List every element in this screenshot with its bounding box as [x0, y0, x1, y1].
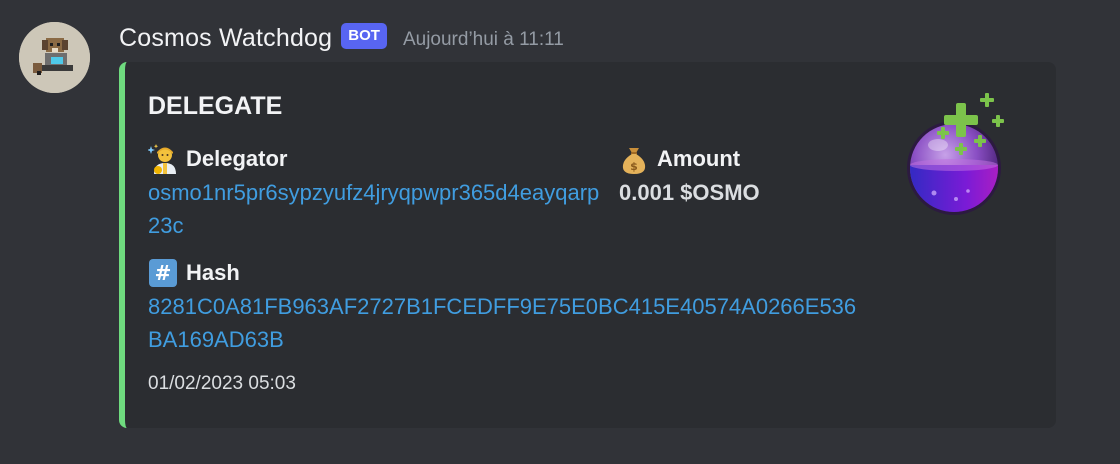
field-delegator: Delegator osmo1nr5pr6sypzyufz4jryqpwpr36…	[147, 144, 603, 242]
potion-plus-icon[interactable]	[898, 93, 1010, 219]
person-sparkles-emoji-icon	[147, 144, 178, 174]
embed-title: DELEGATE	[148, 92, 283, 120]
message-header: Cosmos Watchdog BOT Aujourd’hui à 11:11	[119, 22, 564, 54]
delegator-address-link[interactable]: osmo1nr5pr6sypzyufz4jryqpwpr365d4eayqarp…	[148, 176, 603, 242]
message-timestamp[interactable]: Aujourd’hui à 11:11	[403, 29, 564, 51]
field-amount-label: Amount	[657, 146, 741, 171]
field-hash-label: Hash	[186, 260, 240, 285]
field-hash-name: # Hash	[148, 258, 858, 288]
bot-badge: BOT	[341, 23, 387, 49]
field-delegator-name: Delegator	[147, 144, 603, 174]
amount-value: 0.001 $OSMO	[619, 180, 760, 205]
transaction-hash-link[interactable]: 8281C0A81FB963AF2727B1FCEDFF9E75E0BC415E…	[148, 290, 858, 356]
field-amount: $ Amount 0.001 $OSMO	[619, 144, 849, 209]
field-hash: # Hash 8281C0A81FB963AF2727B1FCEDFF9E75E…	[148, 258, 858, 356]
money-bag-emoji-icon: $	[619, 144, 649, 174]
author-name[interactable]: Cosmos Watchdog	[119, 24, 332, 53]
hash-keycap-emoji-icon: #	[148, 258, 178, 288]
dog-robot-avatar-icon	[19, 22, 90, 93]
field-delegator-label: Delegator	[186, 146, 288, 171]
field-amount-name: $ Amount	[619, 144, 849, 174]
svg-text:#: #	[155, 261, 172, 285]
embed-card: DELEGATE Delegator osmo1nr5pr6sypzyufz4j…	[119, 62, 1056, 428]
embed-footer-date: 01/02/2023 05:03	[148, 373, 296, 394]
svg-text:$: $	[630, 160, 638, 173]
avatar[interactable]	[19, 22, 90, 93]
